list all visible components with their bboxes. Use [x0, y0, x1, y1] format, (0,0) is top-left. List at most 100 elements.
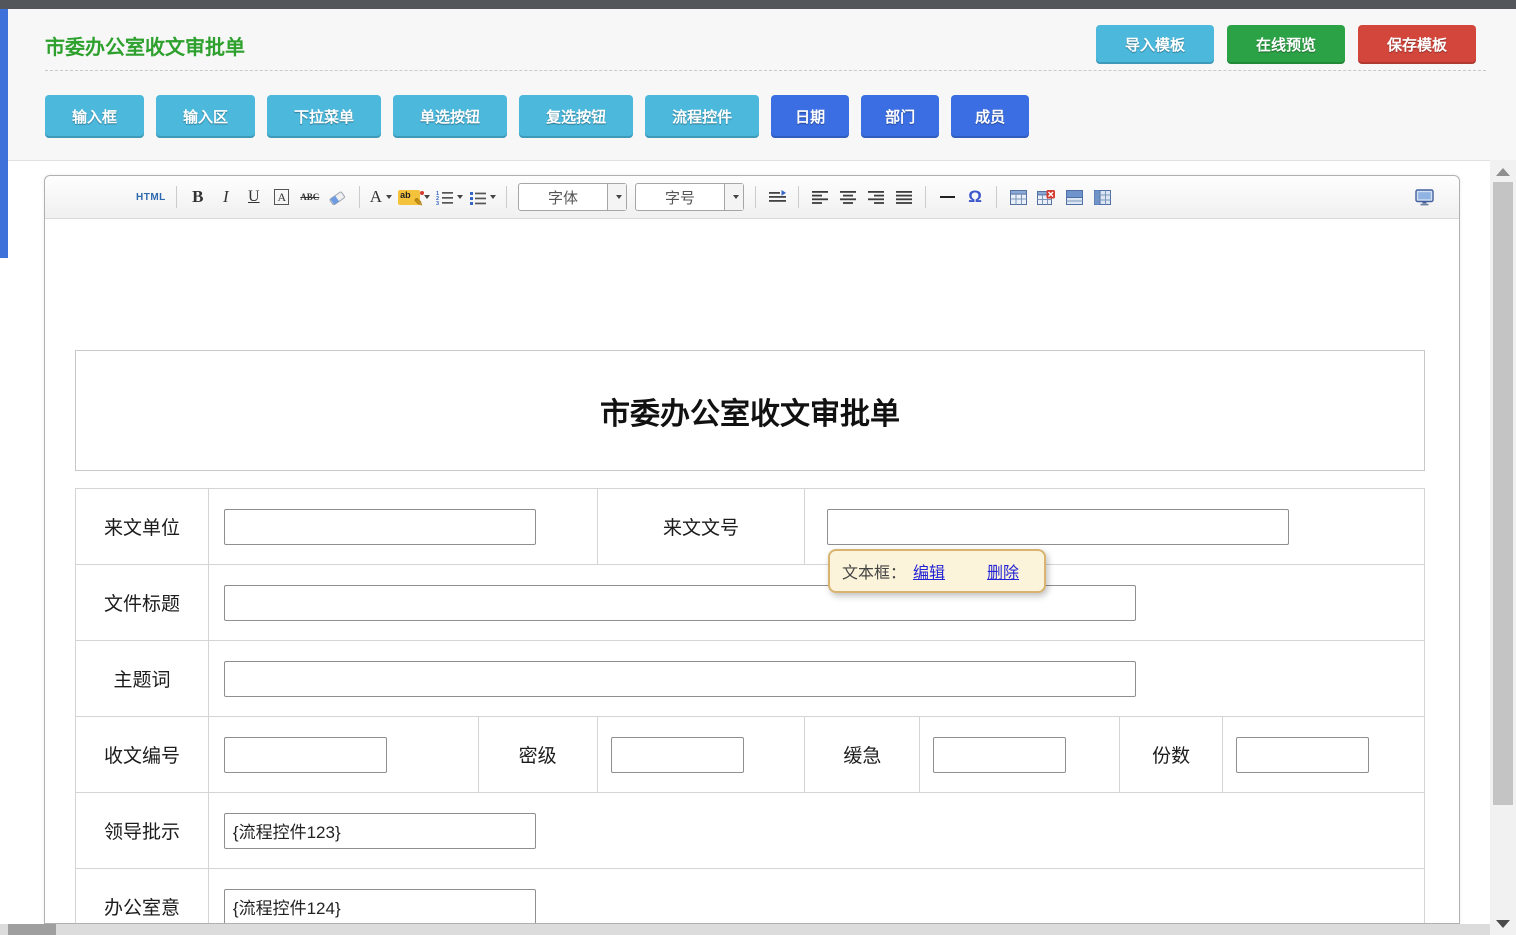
field-label-copies: 份数 [1120, 717, 1223, 793]
vertical-scrollbar[interactable] [1490, 160, 1516, 935]
field-label-subject: 主题词 [76, 641, 209, 717]
fullscreen-button[interactable] [1413, 184, 1435, 210]
font-size-value: 字号 [636, 184, 724, 210]
checkbox-widget-button[interactable]: 复选按钮 [519, 95, 633, 138]
cell-urgency [920, 717, 1120, 793]
chevron-down-icon [386, 195, 392, 199]
department-widget-button[interactable]: 部门 [861, 95, 939, 138]
align-center-icon [840, 190, 856, 204]
template-actions: 导入模板 在线预览 保存模板 [1096, 25, 1476, 64]
toolbar-divider [176, 186, 177, 208]
save-template-button[interactable]: 保存模板 [1358, 25, 1476, 64]
font-family-dropdown-button[interactable] [607, 184, 626, 210]
input-area-widget-button[interactable]: 输入区 [156, 95, 255, 138]
remove-format-button[interactable] [327, 184, 349, 210]
insert-table-icon [1010, 190, 1027, 205]
align-left-button[interactable] [809, 184, 831, 210]
monitor-icon [1415, 189, 1434, 206]
dropdown-menu-widget-button[interactable]: 下拉菜单 [267, 95, 381, 138]
doc-number-input[interactable] [827, 509, 1289, 545]
special-char-button[interactable]: Ω [964, 184, 986, 210]
field-label-doc-number: 来文文号 [598, 489, 806, 565]
table-properties-button[interactable] [1063, 184, 1085, 210]
tooltip-delete-link[interactable]: 删除 [987, 559, 1019, 583]
table-row: 来文单位 来文文号 [76, 489, 1425, 565]
font-size-dropdown-button[interactable] [724, 184, 743, 210]
cell-properties-button[interactable] [1091, 184, 1113, 210]
field-label-secrecy: 密级 [479, 717, 598, 793]
pencil-icon: ✎ [414, 196, 423, 209]
scroll-down-button[interactable] [1496, 920, 1510, 928]
font-color-button[interactable]: A [370, 184, 392, 210]
font-family-select[interactable]: 字体 [518, 183, 627, 211]
underline-button[interactable]: U [243, 184, 265, 210]
horizontal-scrollbar[interactable] [0, 924, 1490, 935]
header: 市委办公室收文审批单 导入模板 在线预览 保存模板 输入框 输入区 下拉菜单 单… [8, 9, 1516, 161]
chevron-down-icon [490, 195, 496, 199]
member-widget-button[interactable]: 成员 [951, 95, 1029, 138]
tooltip-edit-link[interactable]: 编辑 [913, 559, 945, 583]
unordered-list-button[interactable] [469, 184, 496, 210]
field-label-office-opinion: 办公室意 [76, 869, 209, 923]
copies-input[interactable] [1236, 737, 1369, 773]
online-preview-button[interactable]: 在线预览 [1227, 25, 1345, 64]
horizontal-rule-button[interactable] [936, 184, 958, 210]
strikethrough-button[interactable]: ABC [299, 184, 321, 210]
char-border-button[interactable]: A [271, 184, 293, 210]
align-right-icon [868, 190, 884, 204]
cell-copies [1223, 717, 1425, 793]
field-label-urgency: 缓急 [805, 717, 920, 793]
insert-table-button[interactable] [1007, 184, 1029, 210]
date-widget-button[interactable]: 日期 [771, 95, 849, 138]
toolbar-divider [925, 186, 926, 208]
paragraph-indent-button[interactable] [766, 184, 788, 210]
align-right-button[interactable] [865, 184, 887, 210]
chevron-down-icon [424, 195, 430, 199]
header-divider [45, 70, 1486, 71]
html-source-button[interactable]: HTML [136, 184, 166, 210]
table-row: 收文编号 密级 缓急 份数 [76, 717, 1425, 793]
unordered-list-icon [469, 190, 486, 205]
align-center-button[interactable] [837, 184, 859, 210]
align-justify-button[interactable] [893, 184, 915, 210]
subject-input[interactable] [224, 661, 1136, 697]
char-border-icon: A [274, 189, 289, 205]
leader-note-input[interactable] [224, 813, 536, 849]
italic-button[interactable]: I [215, 184, 237, 210]
delete-table-button[interactable] [1035, 184, 1057, 210]
vertical-scrollbar-thumb[interactable] [1493, 182, 1513, 805]
input-box-widget-button[interactable]: 输入框 [45, 95, 144, 138]
office-opinion-input[interactable] [224, 889, 536, 924]
field-label-leader-note: 领导批示 [76, 793, 209, 869]
import-template-button[interactable]: 导入模板 [1096, 25, 1214, 64]
editor-toolbar: HTML B I U A ABC A ab✎ [45, 176, 1459, 219]
paragraph-indent-icon [769, 190, 786, 205]
highlight-icon: ab✎ [398, 190, 420, 205]
scroll-up-button[interactable] [1496, 168, 1510, 176]
cell-office-opinion [209, 869, 1425, 923]
field-label-source-unit: 来文单位 [76, 489, 209, 565]
font-size-select[interactable]: 字号 [635, 183, 744, 211]
secrecy-input[interactable] [611, 737, 744, 773]
align-justify-icon [896, 190, 912, 204]
horizontal-scrollbar-thumb[interactable] [8, 924, 56, 935]
urgency-input[interactable] [933, 737, 1066, 773]
highlight-color-button[interactable]: ab✎ [398, 184, 430, 210]
ordered-list-button[interactable]: 1 2 3 [436, 184, 463, 210]
page-title: 市委办公室收文审批单 [45, 31, 245, 60]
bold-button[interactable]: B [187, 184, 209, 210]
table-row: 办公室意 [76, 869, 1425, 923]
tooltip-label: 文本框： [842, 559, 906, 583]
left-edge-panel [0, 9, 8, 258]
receipt-no-input[interactable] [224, 737, 387, 773]
source-unit-input[interactable] [224, 509, 536, 545]
flow-control-widget-button[interactable]: 流程控件 [645, 95, 759, 138]
radio-widget-button[interactable]: 单选按钮 [393, 95, 507, 138]
toolbar-divider [996, 186, 997, 208]
font-color-icon: A [370, 187, 382, 207]
cell-source-unit [209, 489, 598, 565]
form-title: 市委办公室收文审批单 [600, 389, 900, 433]
font-family-value: 字体 [519, 184, 607, 210]
editor-canvas[interactable]: 市委办公室收文审批单 来文单位 来文文号 文件标题 [45, 219, 1459, 923]
field-label-doc-title: 文件标题 [76, 565, 209, 641]
